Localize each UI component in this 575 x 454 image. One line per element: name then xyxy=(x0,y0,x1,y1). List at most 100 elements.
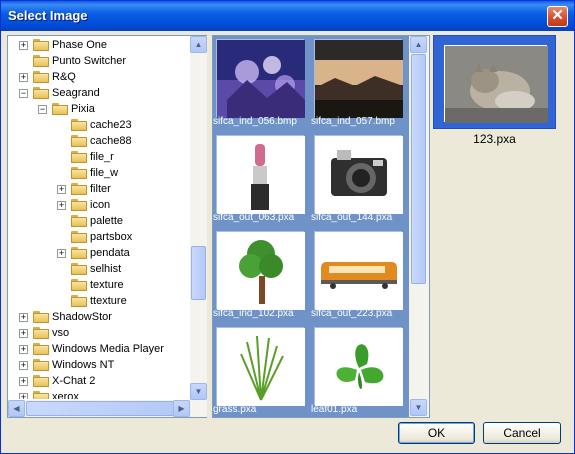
grid-scroll-down-button[interactable]: ▼ xyxy=(410,399,427,416)
tree-item-label: pendata xyxy=(90,247,130,259)
folder-icon xyxy=(71,167,87,179)
expand-icon[interactable]: + xyxy=(57,249,66,258)
folder-icon xyxy=(52,103,68,115)
expand-icon[interactable]: + xyxy=(19,393,28,399)
tree-item-label: filter xyxy=(90,183,111,195)
thumbnail-filename: sifca_ind_057.bmp xyxy=(311,116,395,127)
expand-icon[interactable]: + xyxy=(19,329,28,338)
leaf-thumbnail-image xyxy=(314,327,403,406)
folder-icon xyxy=(71,183,87,195)
thumbnail-item[interactable]: sifca_out_223.pxa xyxy=(311,228,407,324)
expand-icon[interactable]: + xyxy=(57,201,66,210)
tree-item[interactable]: Punto Switcher xyxy=(8,53,190,69)
expand-icon[interactable]: + xyxy=(57,185,66,194)
tree-item[interactable]: cache88 xyxy=(8,133,190,149)
folder-icon xyxy=(33,311,49,323)
thumbnail-item[interactable]: sifca_ind_056.bmp xyxy=(213,36,309,132)
folder-icon xyxy=(33,391,49,399)
cat-photo-svg xyxy=(445,46,548,123)
tree-item-label: selhist xyxy=(90,263,122,275)
folder-icon xyxy=(33,71,49,83)
expand-icon[interactable]: + xyxy=(19,313,28,322)
thumbnail-grid: sifca_ind_056.bmp sifca_ind_057.bmp sifca_… xyxy=(212,35,430,418)
collapse-icon[interactable]: − xyxy=(38,105,47,114)
landscape-thumbnail-image xyxy=(314,39,403,118)
tree-scroll-left-button[interactable]: ◀ xyxy=(8,400,25,417)
tree-item-label: icon xyxy=(90,199,111,211)
folder-icon xyxy=(71,247,87,259)
tree-item[interactable]: + pendata xyxy=(8,245,190,261)
folder-icon xyxy=(71,151,87,163)
tree-item[interactable]: + ShadowStor xyxy=(8,309,190,325)
tree-item[interactable]: + vso xyxy=(8,325,190,341)
leaf-thumbnail-art xyxy=(315,328,403,406)
tree-item-label: cache88 xyxy=(90,135,132,147)
tree-scroll-thumb[interactable] xyxy=(191,246,206,300)
thumbnail-item[interactable]: sifca_out_144.pxa xyxy=(311,132,407,228)
tree-item-label: vso xyxy=(52,327,70,339)
ok-button[interactable]: OK xyxy=(398,422,475,444)
tree-thumbnail-image xyxy=(216,231,305,310)
tree-item[interactable]: file_w xyxy=(8,165,190,181)
tree-item-label: cache23 xyxy=(90,119,132,131)
thumbnail-filename: leaf01.pxa xyxy=(311,404,358,415)
tree-scroll-right-button[interactable]: ▶ xyxy=(173,400,190,417)
thumbnail-item[interactable]: sifca_out_063.pxa xyxy=(213,132,309,228)
tree-scroll-down-button[interactable]: ▼ xyxy=(190,383,207,400)
tree-item[interactable]: texture xyxy=(8,277,190,293)
collapse-icon[interactable]: − xyxy=(19,89,28,98)
expand-icon[interactable]: + xyxy=(19,377,28,386)
grid-scroll-thumb[interactable] xyxy=(411,54,426,284)
train-thumbnail-image xyxy=(314,231,403,310)
thumbnail-item[interactable]: sifca_ind_057.bmp xyxy=(311,36,407,132)
tree-item[interactable]: + Phase One xyxy=(8,37,190,53)
tree-item[interactable]: + Windows NT xyxy=(8,357,190,373)
tree-item[interactable]: selhist xyxy=(8,261,190,277)
expand-icon[interactable]: + xyxy=(19,41,28,50)
tree-item[interactable]: + R&Q xyxy=(8,69,190,85)
tree-item-label: texture xyxy=(90,279,124,291)
select-image-dialog: Select Image ✕ + Phase One Punto Switcher +… xyxy=(0,0,575,454)
tree-item[interactable]: + icon xyxy=(8,197,190,213)
tree-item[interactable]: − Seagrand xyxy=(8,85,190,101)
folder-tree-list: + Phase One Punto Switcher + R&Q − Seagrand − Pi… xyxy=(8,36,190,399)
thumbnail-item[interactable]: leaf01.pxa xyxy=(311,324,407,417)
tree-item[interactable]: + Windows Media Player xyxy=(8,341,190,357)
folder-icon xyxy=(71,119,87,131)
thumbnail-item[interactable]: grass.pxa xyxy=(213,324,309,417)
tree-item-label: X-Chat 2 xyxy=(52,375,96,387)
tree-item[interactable]: partsbox xyxy=(8,229,190,245)
tree-item-label: ShadowStor xyxy=(52,311,112,323)
folder-icon xyxy=(33,375,49,387)
grid-scroll-up-button[interactable]: ▲ xyxy=(410,36,427,53)
thumbnail-filename: sifca_out_223.pxa xyxy=(311,308,393,319)
tree-item-label: ttexture xyxy=(90,295,127,307)
thumbnail-filename: sifca_out_063.pxa xyxy=(213,212,295,223)
folder-icon xyxy=(33,87,49,99)
thumbnail-filename: grass.pxa xyxy=(213,404,257,415)
tree-item[interactable]: + filter xyxy=(8,181,190,197)
tree-item[interactable]: + X-Chat 2 xyxy=(8,373,190,389)
tree-item[interactable]: palette xyxy=(8,213,190,229)
grid-vertical-scrollbar[interactable]: ▲ ▼ xyxy=(409,36,429,417)
expand-icon[interactable]: + xyxy=(19,345,28,354)
tree-item[interactable]: ttexture xyxy=(8,293,190,309)
tree-item[interactable]: + xerox xyxy=(8,389,190,399)
expand-icon[interactable]: + xyxy=(19,73,28,82)
tree-scroll-up-button[interactable]: ▲ xyxy=(190,36,207,53)
title-bar[interactable]: Select Image ✕ xyxy=(1,1,574,31)
preview-thumbnail[interactable] xyxy=(433,35,556,129)
folder-icon xyxy=(33,39,49,51)
tree-horizontal-scrollbar[interactable]: ◀ ▶ xyxy=(8,400,207,417)
camera-thumbnail-art xyxy=(315,136,403,214)
tree-vertical-scrollbar[interactable]: ▲ ▼ xyxy=(190,36,207,400)
tree-item[interactable]: cache23 xyxy=(8,117,190,133)
tree-hscroll-thumb[interactable] xyxy=(26,401,174,416)
thumbnail-item[interactable]: sifca_ind_102.pxa xyxy=(213,228,309,324)
cancel-button[interactable]: Cancel xyxy=(483,422,561,444)
tree-item[interactable]: file_r xyxy=(8,149,190,165)
close-button[interactable]: ✕ xyxy=(547,6,568,27)
tree-item[interactable]: − Pixia xyxy=(8,101,190,117)
folder-icon xyxy=(71,199,87,211)
expand-icon[interactable]: + xyxy=(19,361,28,370)
